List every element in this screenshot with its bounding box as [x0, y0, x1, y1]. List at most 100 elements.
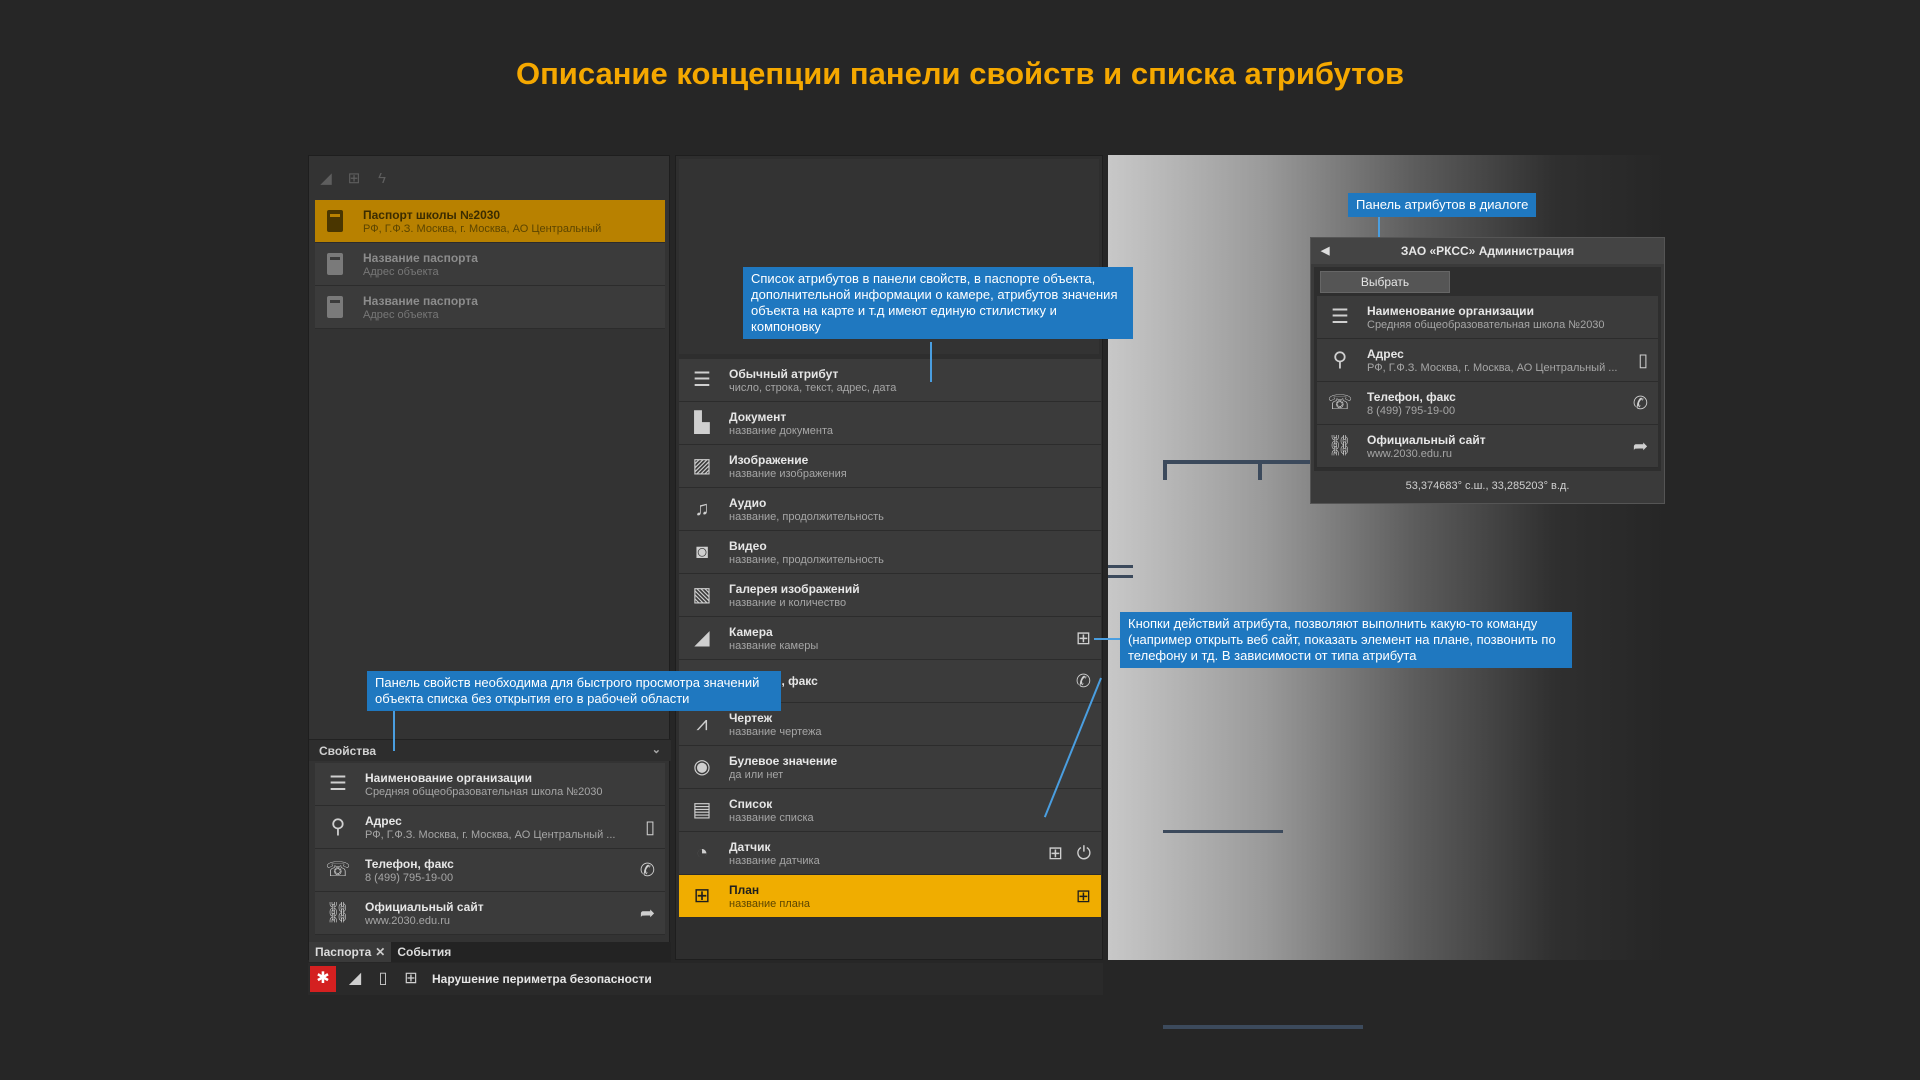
document-icon: ▙ [694, 412, 710, 434]
plan-wall [1163, 830, 1283, 833]
coordinates: 53,374683° с.ш., 33,285203° в.д. [1405, 480, 1570, 492]
phone-icon[interactable]: ✆ [640, 860, 655, 881]
music-icon: ♫ [694, 498, 710, 520]
passport-list: Паспорт школы №2030 РФ, Г.Ф.З. Москва, г.… [315, 200, 665, 329]
prop-item[interactable]: ☰ Наименование организации Средняя общеоб… [315, 763, 665, 806]
alarm-icon[interactable]: ✱ [310, 966, 336, 992]
attribute-sub: название изображения [729, 467, 847, 480]
attribute-item[interactable]: ▤ Список название списка [679, 789, 1101, 832]
prop-title: Наименование организации [365, 770, 532, 785]
left-panel: ◢ ⊞ ϟ Паспорт школы №2030 РФ, Г.Ф.З. Моск… [308, 155, 671, 962]
dialog-title: ЗАО «РКСС» Администрация [1400, 244, 1575, 258]
attribute-dialog: ◀ ЗАО «РКСС» Администрация Выбрать ☰ Наим… [1310, 237, 1665, 504]
plan-icon: ⊞ [693, 885, 711, 907]
dialog-item[interactable]: ⚲ Адрес РФ, Г.Ф.З. Москва, г. Москва, АО Ц… [1317, 339, 1658, 382]
plan-icon[interactable]: ⊞ [1076, 886, 1091, 907]
map-icon[interactable]: ▯ [1638, 350, 1648, 371]
share-icon[interactable]: ➦ [1633, 436, 1648, 457]
dialog-item-title: Телефон, факс [1367, 389, 1456, 404]
share-icon[interactable]: ➦ [640, 903, 655, 924]
passport-sub: Адрес объекта [363, 265, 439, 278]
toggle-icon: ◉ [693, 756, 711, 778]
attribute-sub: название камеры [729, 639, 819, 652]
attribute-item[interactable]: ▨ Изображение название изображения [679, 445, 1101, 488]
passport-item[interactable]: Паспорт школы №2030 РФ, Г.Ф.З. Москва, г.… [315, 200, 665, 243]
passport-item[interactable]: Название паспорта Адрес объекта [315, 286, 665, 329]
prop-item[interactable]: ⛓ Официальный сайт www.2030.edu.ru ➦ [315, 892, 665, 935]
power-icon[interactable]: ⏻ [1077, 843, 1091, 864]
attribute-title: Изображение [729, 452, 809, 467]
passport-sub: Адрес объекта [363, 308, 439, 321]
passport-title: Название паспорта [363, 293, 478, 308]
lightning-icon[interactable]: ϟ [371, 168, 393, 190]
attribute-item[interactable]: ⊞ План название плана ⊞ [679, 875, 1101, 918]
props-header[interactable]: Свойства ⌄ [309, 739, 671, 761]
status-bar: ✱ ◢ ▯ ⊞ Нарушение периметра безопасности [308, 963, 1103, 995]
attribute-item[interactable]: ▧ Галерея изображений название и количеств… [679, 574, 1101, 617]
text-lines-icon: ☰ [1331, 306, 1349, 328]
prop-sub: РФ, Г.Ф.З. Москва, г. Москва, АО Централ… [365, 828, 616, 841]
link-icon: ⛓ [325, 902, 351, 924]
camera-icon[interactable]: ◢ [342, 966, 368, 992]
dialog-item-title: Адрес [1367, 346, 1404, 361]
dialog-item[interactable]: ☏ Телефон, факс 8 (499) 795-19-00 ✆ [1317, 382, 1658, 425]
tab-label: Паспорта [315, 945, 372, 959]
attribute-item[interactable]: ◉ Булевое значение да или нет [679, 746, 1101, 789]
dialog-item-sub: 8 (499) 795-19-00 [1367, 404, 1456, 417]
dialog-item[interactable]: ⛓ Официальный сайт www.2030.edu.ru ➦ [1317, 425, 1658, 468]
attribute-sub: название, продолжительность [729, 553, 884, 566]
attribute-title: Датчик [729, 839, 771, 854]
fax-icon: ☏ [1327, 392, 1353, 414]
attribute-sub: название датчика [729, 854, 820, 867]
callout-attr-list: Список атрибутов в панели свойств, в пас… [743, 267, 1133, 339]
dialog-body: Выбрать ☰ Наименование организации Средняя… [1314, 267, 1661, 471]
attribute-item[interactable]: ♫ Аудио название, продолжительность [679, 488, 1101, 531]
chevron-down-icon[interactable]: ⌄ [652, 743, 661, 756]
callout-line [1094, 638, 1120, 640]
map-icon[interactable]: ▯ [370, 966, 396, 992]
plan-icon[interactable]: ⊞ [1048, 843, 1063, 864]
link-icon: ⛓ [1327, 435, 1353, 457]
attribute-item[interactable]: ◢ Камера название камеры ⊞ [679, 617, 1101, 660]
attribute-sub: название списка [729, 811, 814, 824]
select-button[interactable]: Выбрать [1320, 271, 1450, 293]
close-icon[interactable]: ✕ [375, 945, 385, 959]
plan-icon[interactable]: ⊞ [343, 168, 365, 190]
passport-icon [327, 210, 343, 232]
passport-item[interactable]: Название паспорта Адрес объекта [315, 243, 665, 286]
callout-props: Панель свойств необходима для быстрого п… [367, 671, 781, 711]
attribute-sub: название и количество [729, 596, 847, 609]
video-icon: ◙ [695, 541, 709, 563]
tab-passports[interactable]: Паспорта ✕ [309, 942, 392, 962]
prop-sub: Средняя общеобразовательная школа №2030 [365, 785, 603, 798]
prop-item[interactable]: ☏ Телефон, факс 8 (499) 795-19-00 ✆ [315, 849, 665, 892]
dialog-item[interactable]: ☰ Наименование организации Средняя общеобр… [1317, 296, 1658, 339]
attribute-list: ☰ Обычный атрибут число, строка, текст, ад… [679, 359, 1101, 918]
back-arrow-icon[interactable]: ◀ [1321, 238, 1329, 264]
callout-line [930, 342, 932, 382]
tab-events[interactable]: События [391, 942, 457, 962]
compass-icon: ⩘ [696, 713, 708, 735]
image-icon: ▨ [692, 455, 712, 477]
props-header-label: Свойства [319, 744, 377, 758]
attribute-item[interactable]: ◔ Датчик название датчика ⊞ ⏻ [679, 832, 1101, 875]
pin-icon: ⚲ [1332, 349, 1348, 371]
sensor-icon: ◔ [695, 842, 709, 864]
dialog-header: ◀ ЗАО «РКСС» Администрация [1311, 238, 1664, 264]
phone-icon[interactable]: ✆ [1633, 393, 1648, 414]
attribute-item[interactable]: ☰ Обычный атрибут число, строка, текст, ад… [679, 359, 1101, 402]
phone-icon[interactable]: ✆ [1076, 671, 1091, 692]
prop-title: Телефон, факс [365, 856, 454, 871]
prop-title: Официальный сайт [365, 899, 484, 914]
attribute-item[interactable]: ◙ Видео название, продолжительность [679, 531, 1101, 574]
plan-icon[interactable]: ⊞ [398, 966, 424, 992]
plan-icon[interactable]: ⊞ [1076, 628, 1091, 649]
camera-icon[interactable]: ◢ [315, 168, 337, 190]
map-icon[interactable]: ▯ [645, 817, 655, 838]
prop-item[interactable]: ⚲ Адрес РФ, Г.Ф.З. Москва, г. Москва, АО … [315, 806, 665, 849]
text-lines-icon: ☰ [329, 773, 347, 795]
attribute-item[interactable]: ▙ Документ название документа [679, 402, 1101, 445]
passport-sub: РФ, Г.Ф.З. Москва, г. Москва, АО Централ… [363, 222, 602, 235]
left-toolbar: ◢ ⊞ ϟ [315, 168, 393, 190]
passport-icon [327, 296, 343, 318]
